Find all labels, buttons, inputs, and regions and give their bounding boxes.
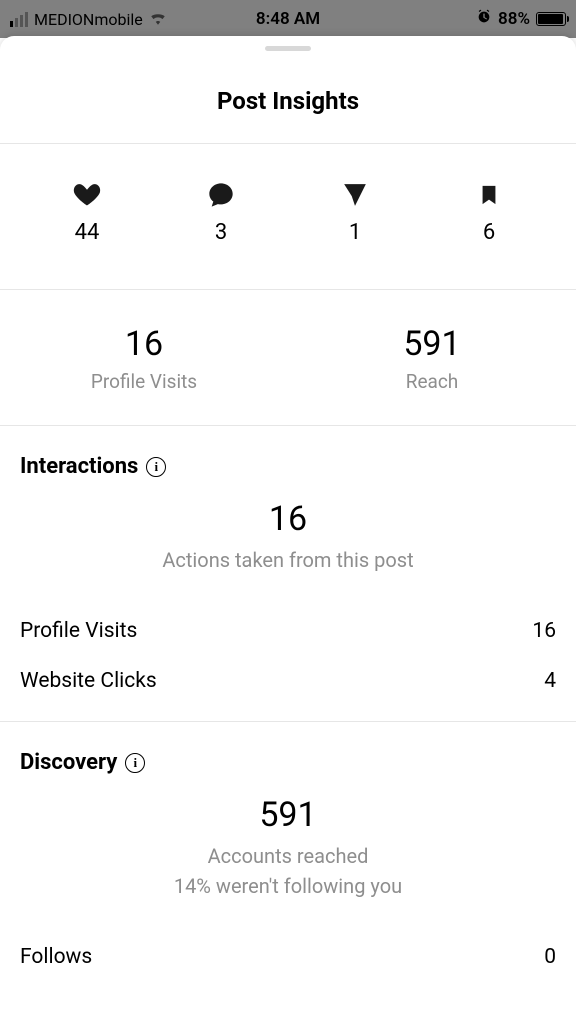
comment-icon bbox=[206, 180, 236, 210]
shares-count: 1 bbox=[349, 220, 361, 245]
interactions-section: Interactions i 16 Actions taken from thi… bbox=[0, 426, 576, 722]
follows-row-label: Follows bbox=[20, 945, 92, 969]
follows-row: Follows 0 bbox=[20, 919, 556, 995]
clock: 8:48 AM bbox=[256, 9, 320, 29]
discovery-total: 591 bbox=[20, 795, 556, 835]
profile-visits-label: Profile Visits bbox=[0, 370, 288, 393]
comments-stat: 3 bbox=[206, 180, 236, 245]
interactions-total: 16 bbox=[20, 499, 556, 539]
reach-summary: 591 Reach bbox=[288, 324, 576, 393]
reach-label: Reach bbox=[288, 370, 576, 393]
status-left: MEDIONmobile bbox=[10, 10, 167, 29]
summary-row: 16 Profile Visits 591 Reach bbox=[0, 290, 576, 426]
saves-count: 6 bbox=[483, 220, 495, 245]
interactions-heading: Interactions i bbox=[20, 454, 556, 479]
carrier-label: MEDIONmobile bbox=[34, 10, 143, 29]
engagement-row: 44 3 1 6 bbox=[0, 144, 576, 290]
shares-stat: 1 bbox=[340, 180, 370, 245]
likes-stat: 44 bbox=[72, 180, 102, 245]
website-clicks-row: Website Clicks 4 bbox=[20, 669, 556, 719]
wifi-icon bbox=[149, 10, 167, 29]
profile-visits-row-label: Profile Visits bbox=[20, 619, 137, 643]
send-icon bbox=[340, 180, 370, 210]
bookmark-icon bbox=[474, 180, 504, 210]
profile-visits-row-value: 16 bbox=[532, 619, 556, 643]
info-icon[interactable]: i bbox=[125, 753, 145, 773]
discovery-section: Discovery i 591 Accounts reached 14% wer… bbox=[0, 722, 576, 995]
saves-stat: 6 bbox=[474, 180, 504, 245]
battery-icon bbox=[536, 12, 566, 26]
interactions-title: Interactions bbox=[20, 454, 138, 479]
likes-count: 44 bbox=[75, 220, 100, 245]
comments-count: 3 bbox=[215, 220, 227, 245]
signal-icon bbox=[10, 12, 28, 27]
website-clicks-row-label: Website Clicks bbox=[20, 669, 157, 693]
reach-value: 591 bbox=[288, 324, 576, 364]
discovery-heading: Discovery i bbox=[20, 750, 556, 775]
discovery-title: Discovery bbox=[20, 750, 117, 775]
alarm-icon bbox=[476, 9, 492, 30]
website-clicks-row-value: 4 bbox=[544, 669, 556, 693]
insights-sheet: Post Insights 44 3 1 6 bbox=[0, 36, 576, 1024]
profile-visits-summary: 16 Profile Visits bbox=[0, 324, 288, 393]
discovery-subtitle1: Accounts reached bbox=[20, 841, 556, 871]
info-icon[interactable]: i bbox=[146, 457, 166, 477]
profile-visits-row: Profile Visits 16 bbox=[20, 593, 556, 669]
profile-visits-value: 16 bbox=[0, 324, 288, 364]
battery-label: 88% bbox=[498, 9, 530, 29]
interactions-subtitle: Actions taken from this post bbox=[20, 545, 556, 575]
status-bar: MEDIONmobile 8:48 AM 88% bbox=[0, 0, 576, 38]
follows-row-value: 0 bbox=[544, 945, 556, 969]
page-title: Post Insights bbox=[0, 51, 576, 144]
discovery-subtitle2: 14% weren't following you bbox=[20, 871, 556, 901]
status-right: 88% bbox=[476, 9, 566, 30]
heart-icon bbox=[72, 180, 102, 210]
